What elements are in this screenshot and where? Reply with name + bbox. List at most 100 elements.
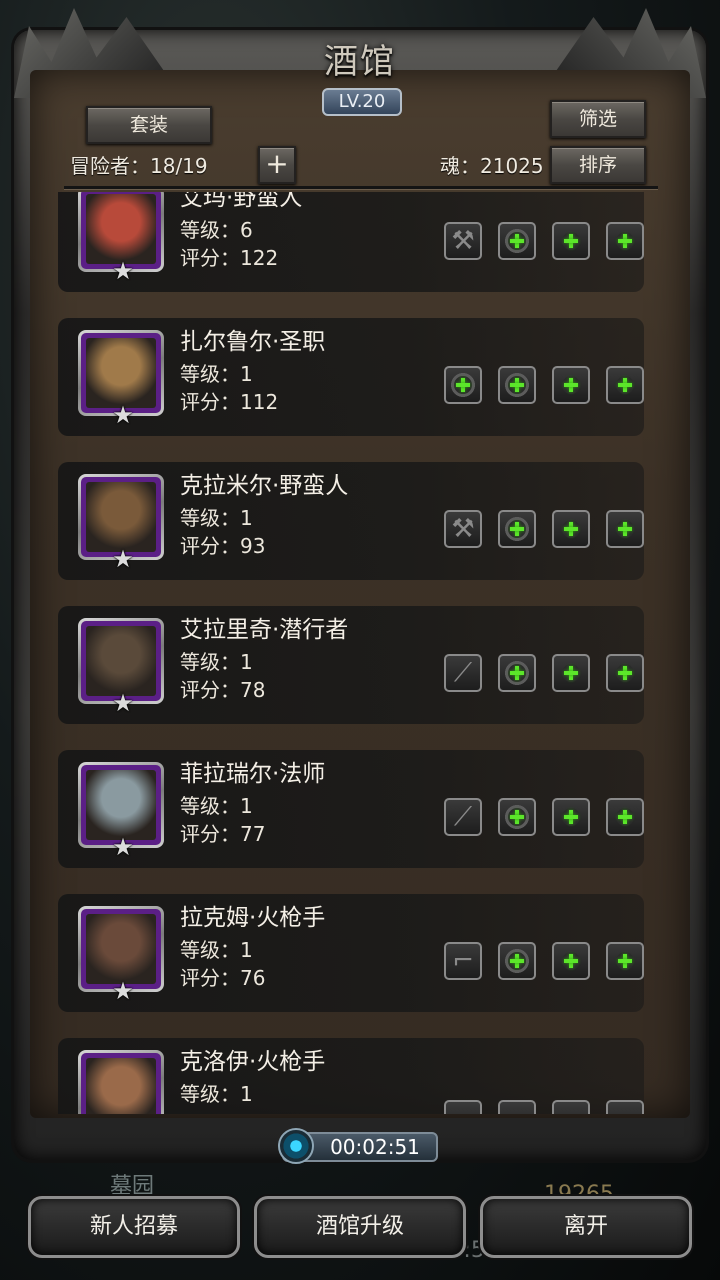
armor-slot[interactable] — [498, 1100, 536, 1114]
hero-name: 克拉米尔·野蛮人 — [180, 473, 349, 499]
hero-face — [86, 914, 156, 984]
hero-name: 扎尔鲁尔·圣职 — [180, 329, 326, 355]
plus-icon — [562, 376, 580, 394]
hero-score: 评分：93 — [180, 534, 266, 558]
hero-name: 艾拉里奇·潜行者 — [180, 617, 349, 643]
hero-level: 等级：1 — [180, 794, 253, 818]
recruit-button[interactable]: 新人招募 — [28, 1196, 240, 1258]
weapon-slot[interactable] — [444, 1100, 482, 1114]
hero-name: 拉克姆·火枪手 — [180, 905, 326, 931]
hero-face — [86, 1058, 156, 1114]
filter-button[interactable]: 筛选 — [550, 100, 646, 138]
accessory-slot[interactable] — [552, 942, 590, 980]
set-button[interactable]: 套装 — [86, 106, 212, 144]
weapon-slot[interactable]: ⚒ — [444, 222, 482, 260]
plus-icon — [508, 664, 526, 682]
hero-level: 等级：1 — [180, 1082, 253, 1106]
page-title: 酒馆 — [324, 42, 396, 82]
hero-row[interactable]: ★ 菲拉瑞尔·法师 等级：1 评分：77 ⟋ — [58, 750, 644, 868]
hero-row[interactable]: ★ 克拉米尔·野蛮人 等级：1 评分：93 ⚒ — [58, 462, 644, 580]
hero-row[interactable]: ★ 拉克姆·火枪手 等级：1 评分：76 ⌐ — [58, 894, 644, 1012]
blade-icon: ⟋ — [453, 658, 473, 688]
plus-icon — [616, 664, 634, 682]
weapon-slot[interactable]: ⚒ — [444, 510, 482, 548]
hero-score: 评分：76 — [180, 966, 266, 990]
header-divider — [64, 186, 658, 189]
star-icon: ★ — [112, 545, 134, 573]
accessory-slot[interactable] — [552, 222, 590, 260]
accessory-slot[interactable] — [606, 942, 644, 980]
axe-icon: ⚒ — [451, 226, 475, 256]
accessory-slot[interactable] — [606, 366, 644, 404]
accessory-slot[interactable] — [606, 222, 644, 260]
hero-row[interactable]: 克洛伊·火枪手 等级：1 — [58, 1038, 644, 1114]
plus-icon — [562, 520, 580, 538]
weapon-slot[interactable]: ⌐ — [444, 942, 482, 980]
plus-icon — [508, 808, 526, 826]
soul-count: 魂：21025 — [440, 154, 544, 178]
plus-icon — [616, 232, 634, 250]
accessory-slot[interactable] — [606, 798, 644, 836]
weapon-slot[interactable]: ⟋ — [444, 654, 482, 692]
hero-row[interactable]: ★ 扎尔鲁尔·圣职 等级：1 评分：112 — [58, 318, 644, 436]
hero-level: 等级：1 — [180, 938, 253, 962]
weapon-slot[interactable] — [444, 366, 482, 404]
armor-slot[interactable] — [498, 366, 536, 404]
armor-slot[interactable] — [498, 654, 536, 692]
clock-icon — [278, 1128, 314, 1164]
hero-name: 艾玛·野蛮人 — [180, 192, 303, 211]
star-icon: ★ — [112, 257, 134, 285]
armor-slot[interactable] — [498, 798, 536, 836]
adventurer-count: 冒险者：18/19 — [70, 154, 208, 178]
weapon-slot[interactable]: ⟋ — [444, 798, 482, 836]
title-plate: 酒馆 — [300, 34, 420, 94]
hero-face — [86, 482, 156, 552]
plus-icon — [616, 520, 634, 538]
hero-portrait[interactable] — [78, 1050, 164, 1114]
accessory-slot[interactable] — [552, 366, 590, 404]
hero-face — [86, 626, 156, 696]
hero-level: 等级：1 — [180, 362, 253, 386]
hero-level: 等级：1 — [180, 506, 253, 530]
star-icon: ★ — [112, 833, 134, 861]
hero-score: 评分：112 — [180, 390, 279, 414]
hero-list[interactable]: ★ 艾玛·野蛮人 等级：6 评分：122 ⚒ ★ 扎尔鲁尔·圣职 等级：1 评分… — [58, 192, 662, 1114]
armor-slot[interactable] — [498, 510, 536, 548]
hero-row[interactable]: ★ 艾拉里奇·潜行者 等级：1 评分：78 ⟋ — [58, 606, 644, 724]
upgrade-tavern-button[interactable]: 酒馆升级 — [254, 1196, 466, 1258]
plus-icon — [508, 232, 526, 250]
hero-row[interactable]: ★ 艾玛·野蛮人 等级：6 评分：122 ⚒ — [58, 192, 644, 292]
armor-slot[interactable] — [498, 942, 536, 980]
hero-face — [86, 194, 156, 264]
sort-button[interactable]: 排序 — [550, 146, 646, 184]
star-icon: ★ — [112, 977, 134, 1005]
star-icon: ★ — [112, 689, 134, 717]
hero-name: 菲拉瑞尔·法师 — [180, 761, 326, 787]
plus-icon — [454, 376, 472, 394]
hero-level: 等级：6 — [180, 218, 253, 242]
hero-score: 评分：122 — [180, 246, 279, 270]
accessory-slot[interactable] — [606, 654, 644, 692]
accessory-slot[interactable] — [552, 1100, 590, 1114]
hero-face — [86, 770, 156, 840]
accessory-slot[interactable] — [552, 510, 590, 548]
hero-score: 评分：77 — [180, 822, 266, 846]
plus-icon — [616, 952, 634, 970]
plus-icon — [508, 376, 526, 394]
leave-button[interactable]: 离开 — [480, 1196, 692, 1258]
accessory-slot[interactable] — [552, 654, 590, 692]
add-slot-button[interactable]: + — [258, 146, 296, 184]
refresh-timer: 00:02:51 — [330, 1135, 420, 1159]
star-icon: ★ — [112, 401, 134, 429]
plus-icon — [562, 664, 580, 682]
plus-icon — [508, 520, 526, 538]
plus-icon — [562, 952, 580, 970]
hero-name: 克洛伊·火枪手 — [180, 1049, 326, 1075]
accessory-slot[interactable] — [606, 510, 644, 548]
pistol-icon: ⌐ — [452, 946, 474, 976]
accessory-slot[interactable] — [552, 798, 590, 836]
armor-slot[interactable] — [498, 222, 536, 260]
plus-icon — [508, 952, 526, 970]
hero-score: 评分：78 — [180, 678, 266, 702]
accessory-slot[interactable] — [606, 1100, 644, 1114]
